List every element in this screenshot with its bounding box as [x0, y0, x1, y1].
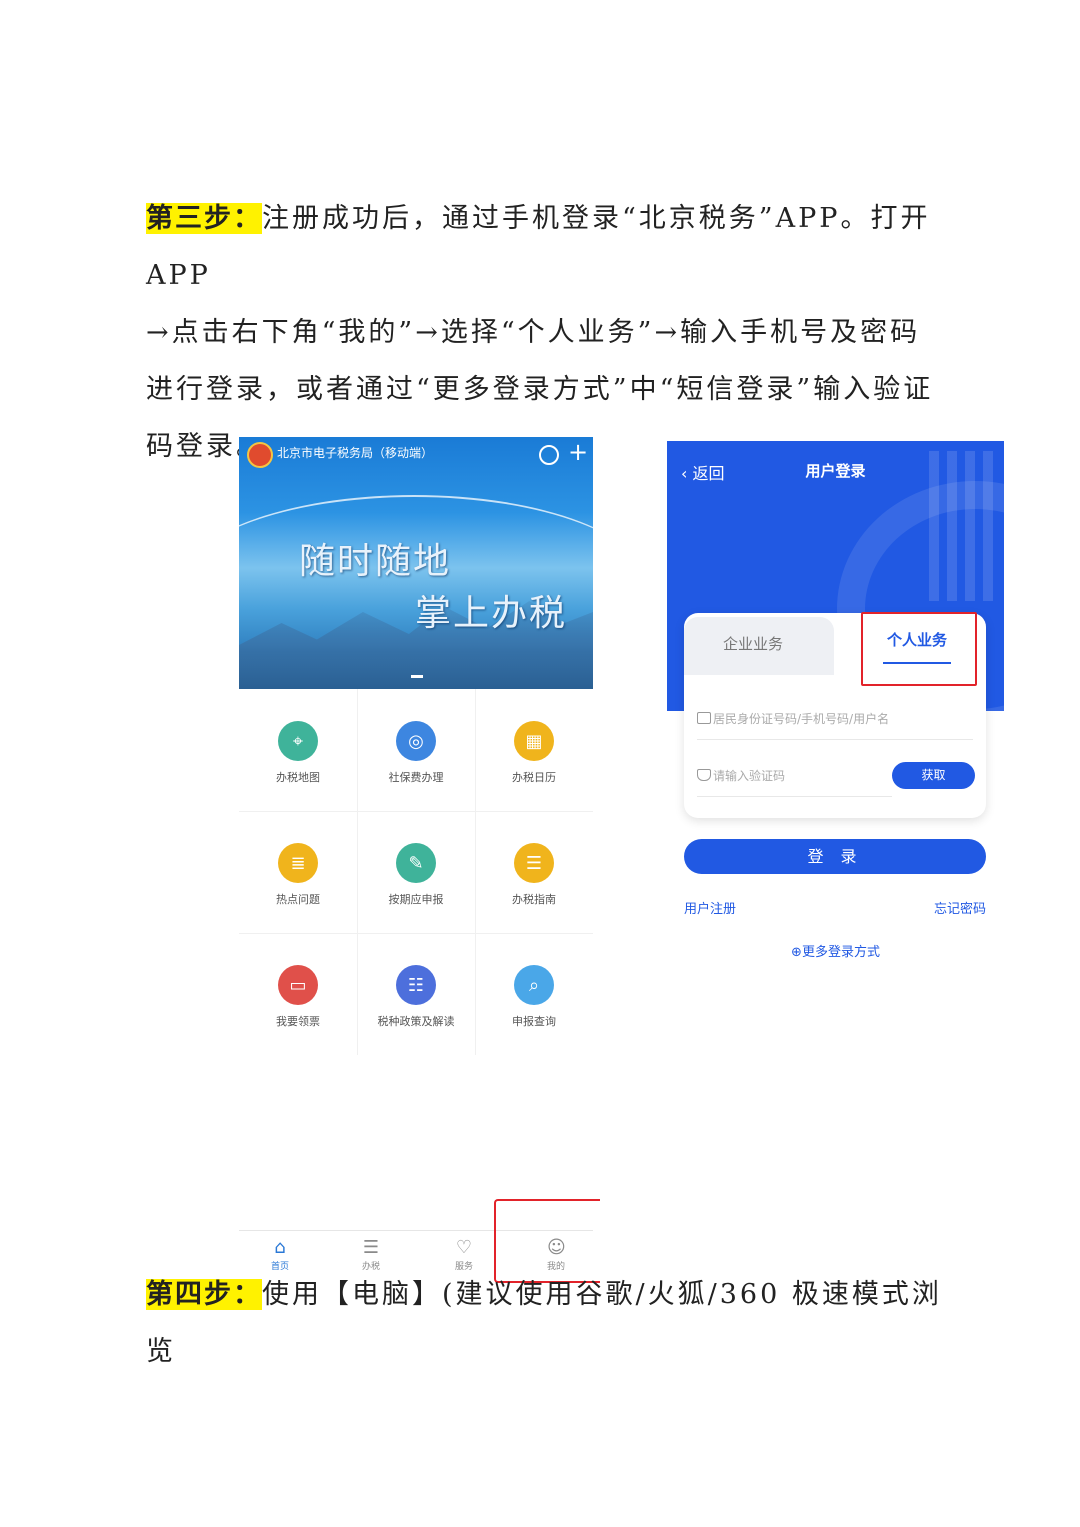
grid-item[interactable]: ☰ 办税指南	[475, 811, 593, 933]
plus-icon[interactable]: +	[568, 439, 588, 465]
policy-icon: ☷	[396, 965, 436, 1005]
grid-item[interactable]: ≣ 热点问题	[239, 811, 357, 933]
app-home-screenshot: 北京市电子税务局（移动端） + 随时随地 掌上办税 ⌖ 办税地图 ◎ 社保费办理 ▦ 办税…	[239, 437, 593, 1285]
grid-item-label: 税种政策及解读	[377, 1015, 455, 1028]
grid-item[interactable]: ◎ 社保费办理	[357, 689, 475, 811]
calendar-icon: ▦	[514, 721, 554, 761]
grid-item-label: 我要领票	[276, 1015, 320, 1028]
login-button[interactable]: 登 录	[684, 839, 986, 874]
banner-slogan-1: 随时随地	[299, 541, 452, 582]
step4-text: 使用【电脑】(建议使用谷歌/火狐/360 极速模式浏览	[146, 1279, 942, 1367]
forgot-password-link[interactable]: 忘记密码	[934, 898, 986, 917]
carousel-indicator	[411, 675, 423, 678]
login-screenshot: ‹ 返回 用户登录 企业业务 个人业务 居民身份证号码/手机号码/用户名 请输入…	[667, 441, 1004, 981]
step3-paragraph: 第三步：注册成功后，通过手机登录“北京税务”APP。打开 APP →点击右下角“…	[146, 190, 946, 475]
more-login-link[interactable]: ⊕更多登录方式	[667, 941, 1004, 960]
step4-paragraph: 第四步：使用【电脑】(建议使用谷歌/火狐/360 极速模式浏览	[146, 1266, 946, 1380]
code-field[interactable]: 请输入验证码	[697, 756, 892, 797]
function-grid: ⌖ 办税地图 ◎ 社保费办理 ▦ 办税日历 ≣ 热点问题 ✎ 按期应申报 ☰ 办税指南 ▭ 我要领票 ☷ 税种…	[239, 689, 593, 1059]
home-icon: ⌂	[274, 1237, 286, 1258]
user-circle-icon[interactable]	[539, 445, 559, 465]
grid-item-label: 申报查询	[512, 1015, 556, 1028]
declare-icon: ✎	[396, 843, 436, 883]
step3-label: 第三步：	[146, 203, 262, 234]
step3-line1: 第三步：注册成功后，通过手机登录“北京税务”APP。打开 APP	[146, 190, 946, 304]
grid-item[interactable]: ✎ 按期应申报	[357, 811, 475, 933]
tax-logo-icon	[247, 442, 273, 468]
grid-item[interactable]: ⌖ 办税地图	[239, 689, 357, 811]
id-field[interactable]: 居民身份证号码/手机号码/用户名	[697, 699, 973, 740]
grid-item[interactable]: ⌕ 申报查询	[475, 933, 593, 1055]
step4-label: 第四步：	[146, 1279, 262, 1310]
step3-line3: 进行登录，或者通过“更多登录方式”中“短信登录”输入验证	[146, 374, 934, 405]
grid-item-label: 社保费办理	[388, 771, 444, 784]
step3-line2: →点击右下角“我的”→选择“个人业务”→输入手机号及密码	[146, 317, 921, 348]
grid-item-label: 办税指南	[512, 893, 556, 906]
shield-icon	[697, 769, 711, 781]
tab-enterprise[interactable]: 企业业务	[684, 617, 834, 675]
ticket-icon: ▭	[278, 965, 318, 1005]
grid-item[interactable]: ☷ 税种政策及解读	[357, 933, 475, 1055]
banner-slogan-2: 掌上办税	[415, 593, 568, 634]
get-code-button[interactable]: 获取	[892, 762, 975, 789]
grid-item-label: 办税地图	[276, 771, 320, 784]
code-placeholder: 请输入验证码	[713, 769, 786, 783]
grid-item-label: 办税日历	[512, 771, 556, 784]
id-placeholder: 居民身份证号码/手机号码/用户名	[713, 712, 890, 726]
map-icon: ⌖	[278, 721, 318, 761]
app-header-title: 北京市电子税务局（移动端）	[277, 446, 434, 460]
id-card-icon	[697, 712, 711, 724]
highlight-box-personal	[861, 612, 977, 686]
register-link[interactable]: 用户注册	[684, 898, 736, 917]
query-icon: ⌕	[514, 965, 554, 1005]
guide-icon: ☰	[514, 843, 554, 883]
banner: 北京市电子税务局（移动端） + 随时随地 掌上办税	[239, 437, 593, 689]
hot-question-icon: ≣	[278, 843, 318, 883]
grid-item-label: 热点问题	[276, 893, 320, 906]
list-icon: ☰	[362, 1237, 380, 1258]
grid-item[interactable]: ▭ 我要领票	[239, 933, 357, 1055]
grid-item[interactable]: ▦ 办税日历	[475, 689, 593, 811]
tab-enterprise-label: 企业业务	[722, 635, 783, 653]
step3-text-1: 注册成功后，通过手机登录“北京税务”APP。打开 APP	[146, 203, 931, 291]
grid-item-label: 按期应申报	[388, 893, 444, 906]
login-title: 用户登录	[805, 462, 866, 480]
social-security-icon: ◎	[396, 721, 436, 761]
heart-icon: ♡	[455, 1237, 473, 1258]
